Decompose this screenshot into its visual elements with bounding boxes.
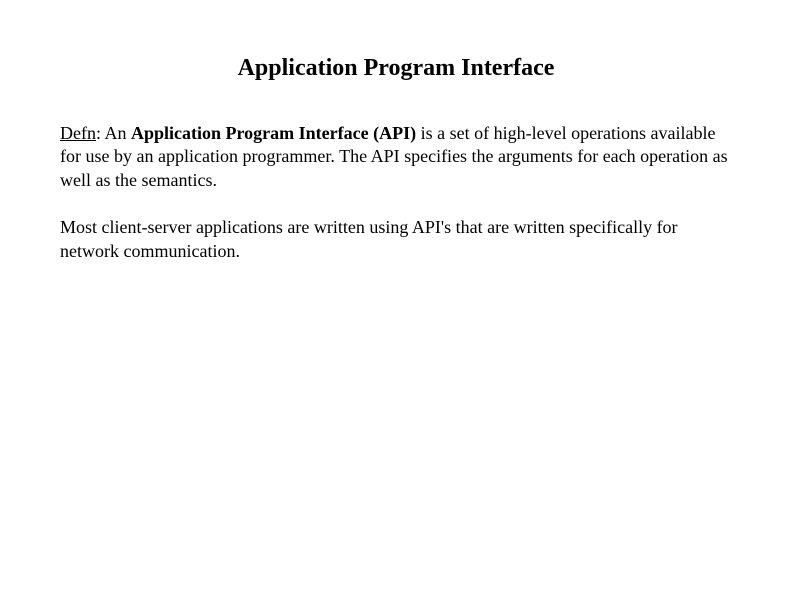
page-title: Application Program Interface [60,55,732,82]
definition-term: Application Program Interface (API) [131,123,416,143]
definition-colon: : An [96,123,131,143]
definition-label: Defn [60,123,96,143]
definition-paragraph: Defn: An Application Program Interface (… [60,122,732,192]
body-paragraph: Most client-server applications are writ… [60,216,732,263]
